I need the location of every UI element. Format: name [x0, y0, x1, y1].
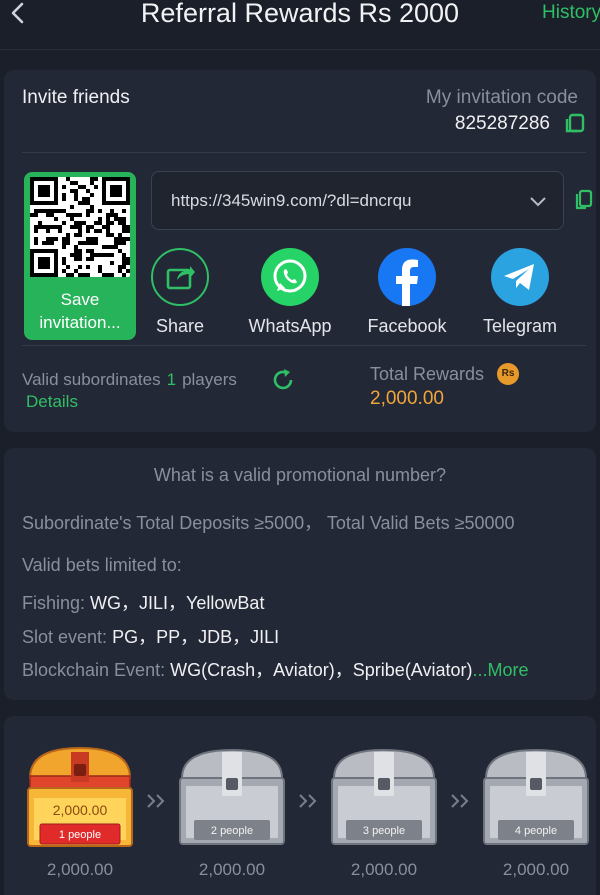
promo-requirement: Subordinate's Total Deposits ≥5000， Tota… [22, 509, 515, 535]
slot-label: Slot event: [22, 627, 108, 647]
silver-chest-icon[interactable]: 4 people [480, 744, 592, 848]
chevron-down-icon [529, 192, 547, 210]
save-invitation-label: Save invitation... [39, 290, 121, 332]
reward-chests-card: 2,000.00 1 people 2,000.00 2 people 2,00… [4, 716, 596, 895]
history-link[interactable]: History [542, 2, 600, 24]
blockchain-value: WG(Crash，Aviator)，Spribe(Aviator) [170, 660, 473, 680]
share-icon [151, 248, 209, 306]
share-button[interactable]: Share [130, 248, 230, 337]
chest-people-badge: 1 people [58, 829, 102, 841]
telegram-label: Telegram [482, 316, 558, 336]
promo-question[interactable]: What is a valid promotional number? [4, 465, 596, 486]
double-chevron-right-icon [298, 792, 320, 810]
facebook-label: Facebook [367, 316, 447, 336]
share-label: Share [155, 316, 205, 336]
blockchain-line: Blockchain Event: WG(Crash，Aviator)，Spri… [22, 656, 529, 682]
double-chevron-right-icon [146, 792, 168, 810]
whatsapp-icon [261, 248, 319, 306]
slot-line: Slot event: PG，PP，JDB，JILI [22, 623, 279, 649]
telegram-button[interactable]: Telegram [470, 248, 570, 337]
invite-card: Invite friends My invitation code 825287… [4, 70, 596, 432]
whatsapp-button[interactable]: WhatsApp [240, 248, 340, 337]
whatsapp-label: WhatsApp [248, 316, 332, 336]
chest-people-badge: 4 people [514, 825, 558, 837]
total-rewards-value: 2,000.00 [370, 388, 444, 409]
invite-friends-label: Invite friends [22, 87, 130, 108]
page-title: Referral Rewards Rs 2000 [140, 0, 460, 28]
save-invitation-button[interactable]: Save invitation... [24, 172, 136, 340]
qr-code [30, 177, 130, 277]
telegram-icon [491, 248, 549, 306]
invite-url: https://345win9.com/?dl=dncrqu [171, 191, 412, 210]
promo-rules-card: What is a valid promotional number? Subo… [4, 448, 596, 700]
players-label: players [182, 370, 237, 389]
divider [22, 152, 586, 153]
valid-subordinates-count: 1 [166, 370, 177, 389]
facebook-icon [378, 248, 436, 306]
invitation-code-label: My invitation code [425, 87, 578, 108]
copy-url-icon[interactable] [575, 188, 593, 210]
details-link[interactable]: Details [26, 392, 78, 412]
requirement-text: Subordinate's Total Deposits ≥5000， Tota… [22, 513, 515, 533]
chest-reward-amount: 2,000.00 [198, 860, 266, 879]
silver-chest-icon[interactable]: 2 people [176, 744, 288, 848]
valid-bets-limited-label: Valid bets limited to: [22, 555, 182, 575]
slot-value: PG，PP，JDB，JILI [112, 627, 280, 647]
blockchain-label: Blockchain Event: [22, 660, 166, 680]
more-link[interactable]: ...More [473, 660, 529, 680]
rupee-coin-icon: Rs [497, 363, 519, 385]
top-bar: Referral Rewards Rs 2000 History [0, 0, 600, 50]
chest-amount: 2,000.00 [52, 802, 108, 818]
invite-url-select[interactable]: https://345win9.com/?dl=dncrqu [151, 171, 564, 230]
chest-people-badge: 3 people [362, 825, 406, 837]
fishing-label: Fishing: [22, 593, 86, 613]
double-chevron-right-icon [450, 792, 472, 810]
total-rewards-label: Total Rewards [370, 364, 485, 384]
silver-chest-icon[interactable]: 3 people [328, 744, 440, 848]
chest-reward-amount: 2,000.00 [350, 860, 418, 879]
facebook-button[interactable]: Facebook [357, 248, 457, 337]
fishing-value: WG，JILI，YellowBat [90, 593, 265, 613]
refresh-icon[interactable] [270, 367, 296, 393]
valid-subordinates: Valid subordinates 1 players [22, 370, 237, 390]
chest-reward-amount: 2,000.00 [502, 860, 570, 879]
divider [22, 345, 586, 346]
valid-subordinates-label: Valid subordinates [22, 370, 161, 389]
gold-chest-icon[interactable]: 2,000.00 1 people [24, 744, 136, 848]
chest-people-badge: 2 people [210, 825, 254, 837]
fishing-line: Fishing: WG，JILI，YellowBat [22, 589, 264, 615]
invitation-code: 825287286 [454, 113, 550, 134]
copy-code-icon[interactable] [564, 112, 586, 134]
chest-reward-amount: 2,000.00 [46, 860, 114, 879]
